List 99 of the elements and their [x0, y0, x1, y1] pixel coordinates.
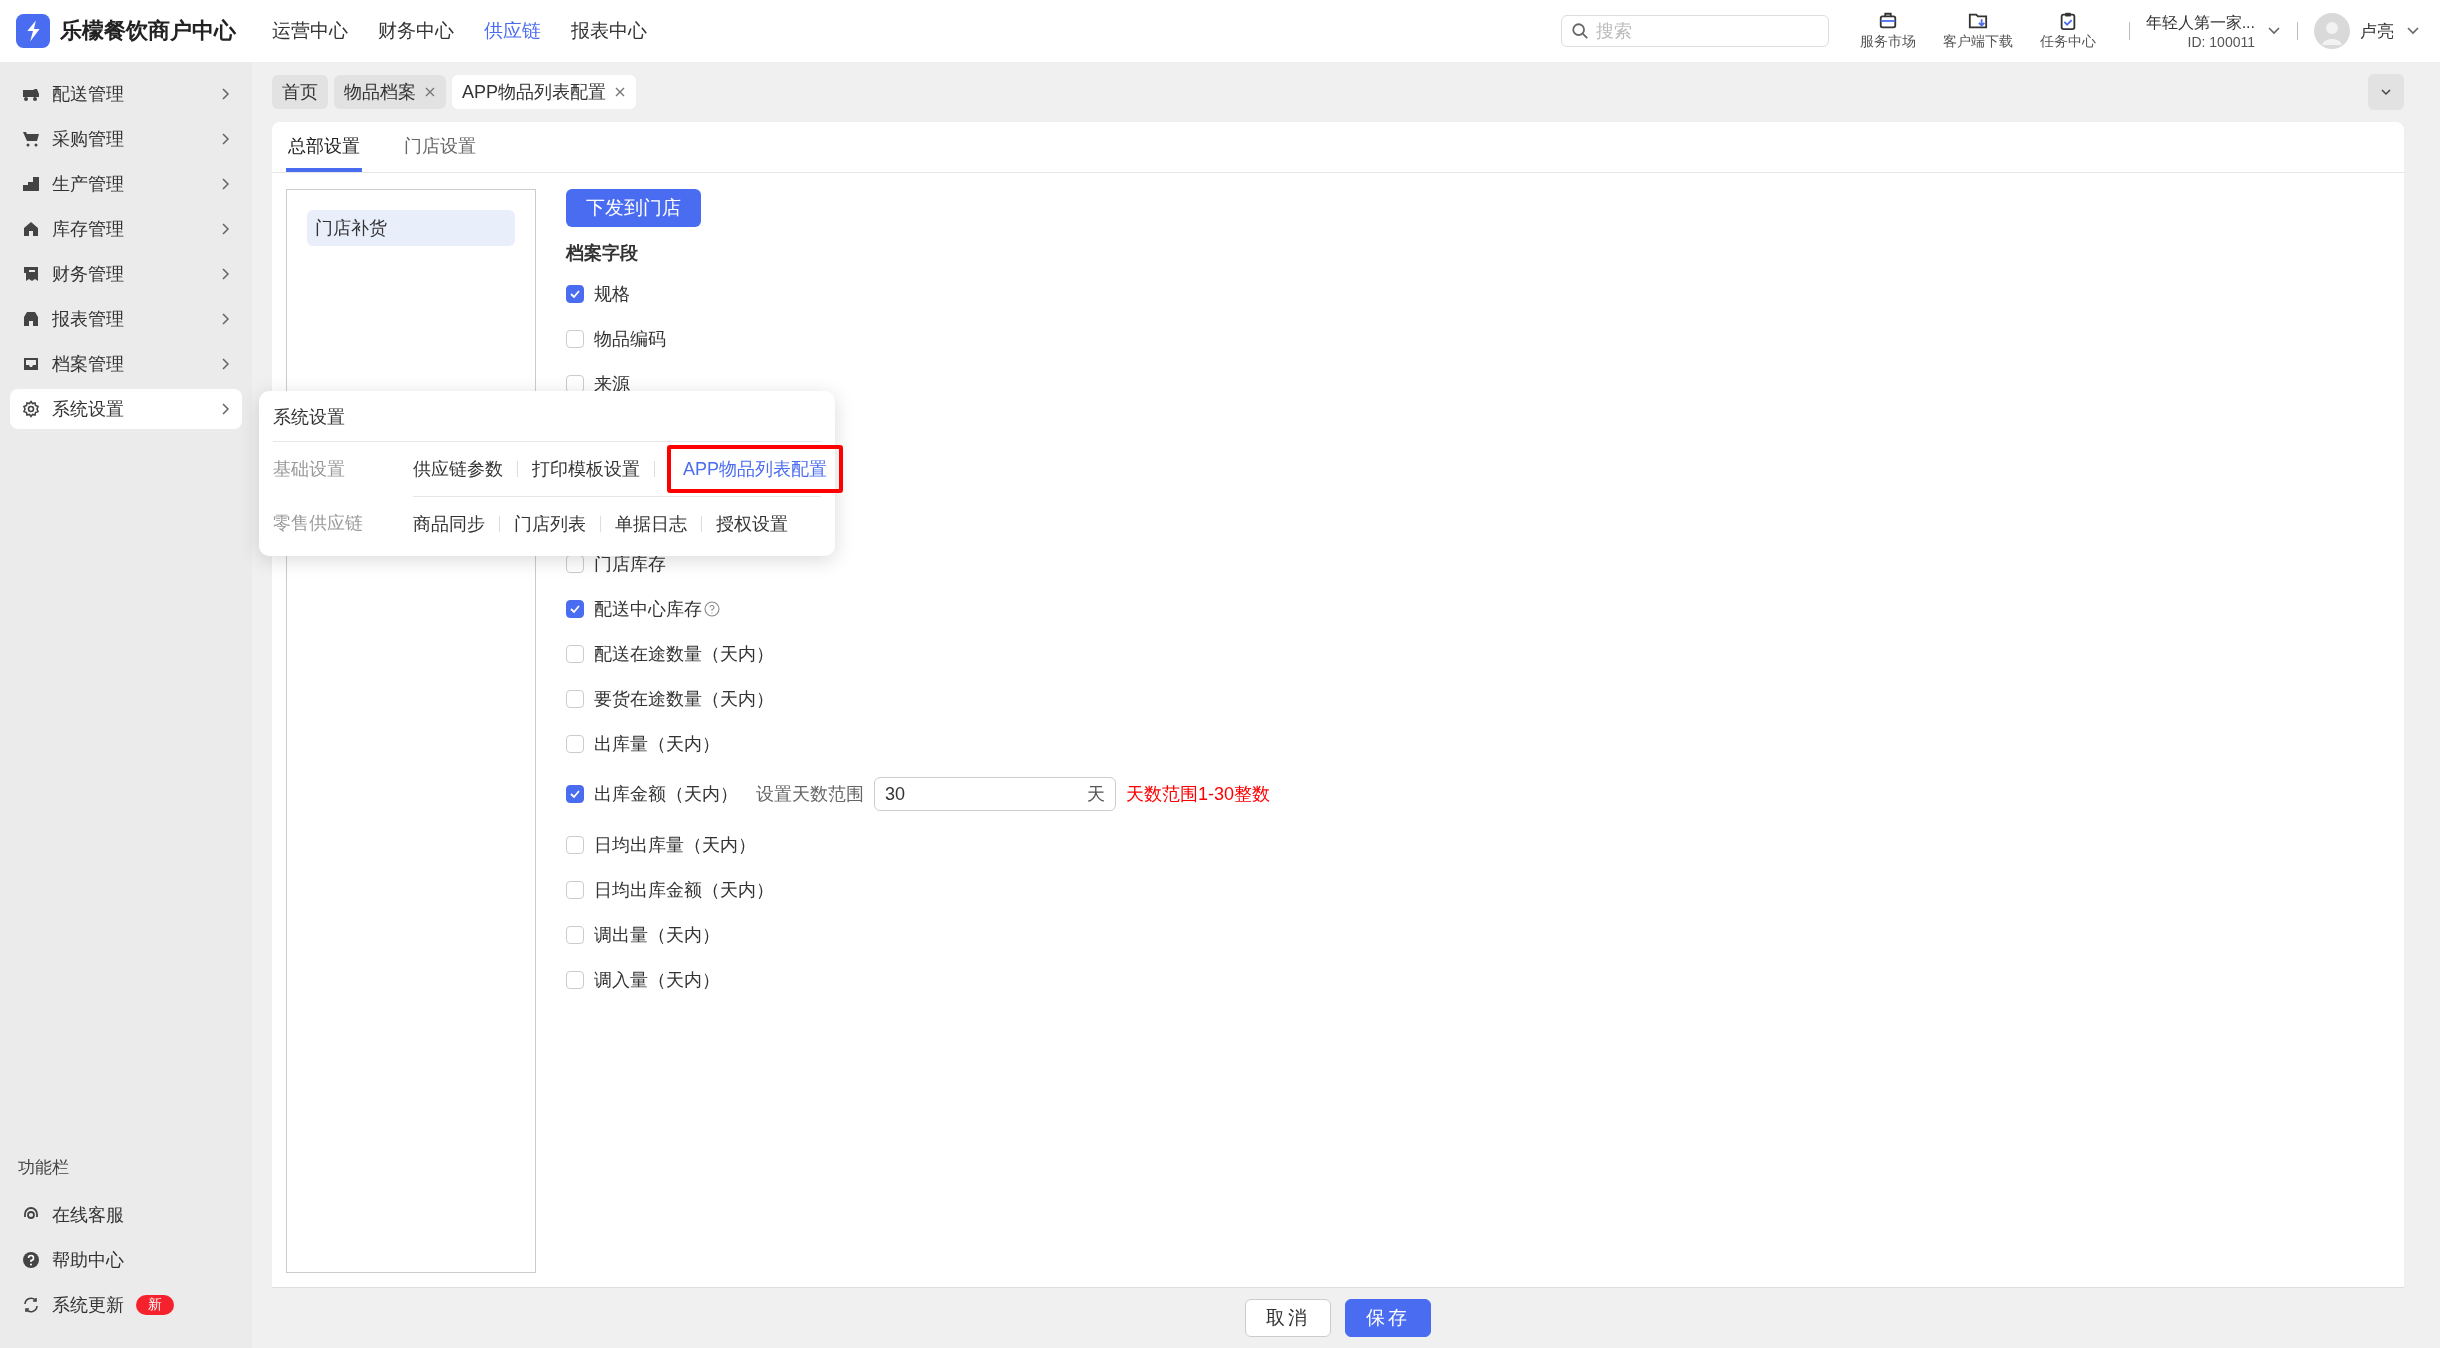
group-label: 基础设置 — [273, 458, 346, 481]
store-icon — [22, 310, 40, 328]
ledger-icon — [22, 265, 40, 283]
chevron-right-icon — [220, 132, 230, 146]
content-tab[interactable]: 门店设置 — [402, 122, 478, 172]
sidebar-item[interactable]: 财务管理 — [10, 254, 242, 294]
sidebar-item[interactable]: 库存管理 — [10, 209, 242, 249]
briefcase-icon — [1877, 11, 1898, 31]
flyout-link[interactable]: 授权设置 — [716, 511, 788, 536]
checkbox-label: 物品编码 — [594, 327, 666, 351]
logo-icon — [16, 14, 50, 48]
user-name[interactable]: 卢亮 — [2360, 19, 2394, 43]
flyout-link[interactable]: 单据日志 — [615, 511, 687, 536]
checkbox[interactable] — [566, 880, 584, 899]
flyout-link[interactable]: APP物品列表配置 — [667, 445, 844, 493]
content-tab[interactable]: 总部设置 — [286, 122, 362, 172]
flyout-link[interactable]: 打印模板设置 — [532, 457, 640, 481]
checkbox-label: 配送在途数量（天内） — [594, 642, 774, 666]
checkbox-label: 门店库存 — [594, 552, 666, 576]
section-title: 档案字段 — [566, 242, 639, 265]
sidebar-item[interactable]: 系统设置 — [10, 389, 242, 429]
chevron-right-icon — [220, 312, 230, 326]
top-nav-link[interactable]: 财务中心 — [378, 18, 454, 44]
section-label: 功能栏 — [18, 1157, 70, 1179]
flyout-link[interactable]: 商品同步 — [413, 511, 485, 536]
checkbox-label: 规格 — [594, 282, 630, 306]
sidebar-item[interactable]: 生产管理 — [10, 164, 242, 204]
checkbox[interactable] — [566, 689, 584, 708]
chevron-right-icon — [220, 402, 230, 416]
page-tab[interactable]: APP物品列表配置 — [452, 75, 637, 109]
days-input-field[interactable]: 30 天 — [874, 777, 1116, 811]
help-icon[interactable] — [704, 600, 720, 617]
checkbox[interactable] — [566, 785, 584, 803]
sidebar-item[interactable]: 档案管理 — [10, 344, 242, 384]
validation-hint: 天数范围1-30整数 — [1126, 783, 1271, 806]
account-id: ID: 100011 — [2187, 33, 2255, 50]
checkbox[interactable] — [566, 970, 584, 989]
checkbox-label: 出库量（天内） — [594, 732, 720, 756]
checkbox-label: 日均出库金额（天内） — [594, 878, 774, 902]
sidebar-item[interactable]: 系统更新 新 — [18, 1290, 242, 1320]
flyout-link[interactable]: 门店列表 — [514, 511, 586, 536]
checkbox-label: 配送中心库存 — [594, 597, 702, 621]
toolbar-button[interactable]: 客户端下载 — [1932, 11, 2023, 51]
checkbox-label: 日均出库量（天内） — [594, 833, 756, 857]
flyout-title: 系统设置 — [273, 391, 821, 442]
checkbox-label: 调入量（天内） — [594, 968, 720, 992]
sidebar-item[interactable]: 在线客服 — [18, 1200, 242, 1230]
push-to-stores-button[interactable]: 下发到门店 — [566, 189, 701, 227]
checkmark-icon — [569, 788, 581, 800]
chevron-right-icon — [220, 87, 230, 101]
top-nav-link[interactable]: 供应链 — [484, 18, 541, 44]
checkbox[interactable] — [566, 284, 584, 303]
settings-icon — [22, 400, 40, 418]
chevron-right-icon — [220, 177, 230, 191]
close-icon[interactable] — [424, 86, 436, 98]
search-icon — [1570, 22, 1589, 40]
collapse-button[interactable] — [2368, 74, 2404, 110]
warehouse-icon — [22, 220, 40, 238]
group-label: 零售供应链 — [273, 512, 364, 535]
cancel-button[interactable]: 取消 — [1245, 1299, 1331, 1337]
top-nav-link[interactable]: 运营中心 — [272, 18, 348, 44]
cart-icon — [22, 130, 40, 148]
category-item[interactable]: 门店补货 — [307, 210, 515, 246]
checkbox[interactable] — [566, 734, 584, 753]
checkbox[interactable] — [566, 374, 584, 393]
checkbox-label: 调出量（天内） — [594, 923, 720, 947]
top-nav-link[interactable]: 报表中心 — [571, 18, 647, 44]
bar-steps-icon — [22, 175, 40, 193]
flyout-link[interactable]: 供应链参数 — [413, 457, 503, 481]
sidebar-item[interactable]: 帮助中心 — [18, 1245, 242, 1275]
field-label: 设置天数范围 — [756, 783, 864, 806]
avatar — [2314, 13, 2350, 49]
checkbox[interactable] — [566, 329, 584, 348]
toolbar-button[interactable]: 任务中心 — [2022, 11, 2113, 51]
save-button[interactable]: 保存 — [1345, 1299, 1431, 1337]
sidebar-item[interactable]: 报表管理 — [10, 299, 242, 339]
sidebar-item[interactable]: 采购管理 — [10, 119, 242, 159]
toolbar-button[interactable]: 服务市场 — [1842, 11, 1933, 51]
refresh-icon — [22, 1296, 40, 1314]
inbox-icon — [22, 355, 40, 373]
checkbox-label: 要货在途数量（天内） — [594, 687, 774, 711]
search-field[interactable]: 搜索 — [1560, 15, 1829, 47]
help-icon — [22, 1251, 40, 1269]
sidebar-item[interactable]: 配送管理 — [10, 74, 242, 114]
checkbox[interactable] — [566, 835, 584, 854]
new-badge: 新 — [136, 1295, 174, 1315]
page-tab[interactable]: 首页 — [272, 75, 328, 109]
checkbox-label: 出库金额（天内） — [594, 783, 738, 806]
page-tab[interactable]: 物品档案 — [334, 75, 446, 109]
checkbox[interactable] — [566, 925, 584, 944]
folder-download-icon — [1967, 11, 1988, 31]
close-icon[interactable] — [614, 86, 627, 98]
checkbox[interactable] — [566, 599, 584, 618]
chevron-right-icon — [220, 222, 230, 236]
chevron-right-icon — [220, 267, 230, 281]
app-name: 乐檬餐饮商户中心 — [60, 17, 236, 45]
chevron-right-icon — [220, 357, 230, 371]
account-name: 年轻人第一家... — [2145, 12, 2255, 33]
checkbox[interactable] — [566, 644, 584, 663]
